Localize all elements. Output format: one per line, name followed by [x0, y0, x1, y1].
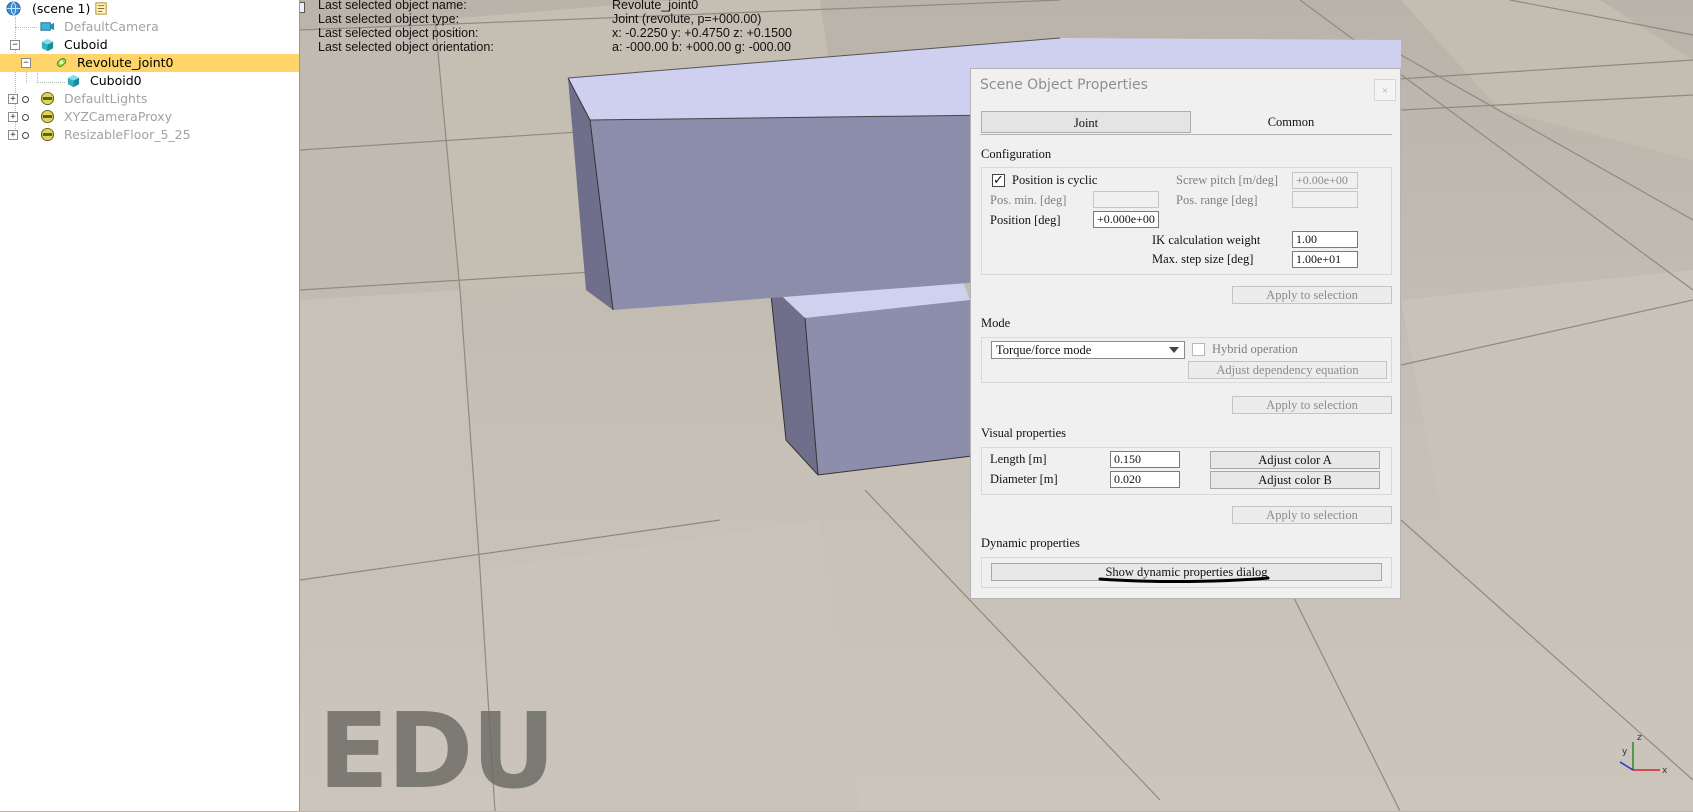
section-visual-title: Visual properties	[981, 426, 1066, 440]
edu-watermark: EDU	[318, 690, 556, 812]
info-orientation-value: a: -000.00 b: +000.00 g: -000.00	[612, 40, 791, 54]
hierarchy-item-cuboid0[interactable]: Cuboid0	[0, 72, 299, 90]
visibility-icon[interactable]	[22, 114, 29, 121]
apply-visual-button[interactable]: Apply to selection	[1232, 506, 1392, 524]
hierarchy-item-scene[interactable]: (scene 1)	[0, 0, 299, 18]
max-step-label: Max. step size [deg]	[1152, 252, 1254, 266]
dialog-title: Scene Object Properties	[980, 77, 1148, 93]
apply-mode-button[interactable]: Apply to selection	[1232, 396, 1392, 414]
svg-text:z: z	[1637, 733, 1642, 743]
length-label: Length [m]	[990, 452, 1047, 466]
pos-range-label: Pos. range [deg]	[1176, 193, 1258, 207]
hierarchy-item-defaultcamera[interactable]: DefaultCamera	[0, 18, 299, 36]
pos-min-label: Pos. min. [deg]	[990, 193, 1067, 207]
info-type-value: Joint (revolute, p=+000.00)	[612, 12, 762, 26]
hierarchy-label: Cuboid	[64, 37, 108, 52]
screw-pitch-label: Screw pitch [m/deg]	[1176, 173, 1279, 187]
mode-select-value: Torque/force mode	[996, 343, 1092, 357]
max-step-field[interactable]: 1.00e+01	[1292, 251, 1358, 268]
svg-text:y: y	[1622, 747, 1628, 757]
dummy-icon	[40, 127, 55, 142]
revolute-joint-icon	[56, 58, 67, 67]
adjust-dependency-button[interactable]: Adjust dependency equation	[1188, 361, 1387, 379]
chevron-down-icon	[1169, 347, 1179, 353]
expand-icon[interactable]: +	[8, 112, 18, 122]
hierarchy-label: DefaultLights	[64, 91, 148, 106]
close-button[interactable]: ×	[1374, 79, 1396, 101]
section-dynamic-title: Dynamic properties	[981, 536, 1080, 550]
hybrid-operation-label: Hybrid operation	[1212, 342, 1298, 356]
visual-group: Length [m] 0.150 Adjust color A Diameter…	[981, 447, 1392, 495]
pos-range-field[interactable]	[1292, 191, 1358, 208]
script-icon[interactable]	[94, 1, 109, 16]
cuboid-icon	[67, 74, 80, 88]
ik-weight-field[interactable]: 1.00	[1292, 231, 1358, 248]
expand-icon[interactable]: +	[8, 94, 18, 104]
hierarchy-item-defaultlights[interactable]: + DefaultLights	[0, 90, 299, 108]
tab-common[interactable]: Common	[1191, 111, 1391, 133]
hierarchy-label: XYZCameraProxy	[64, 109, 173, 124]
position-label: Position [deg]	[990, 213, 1061, 227]
svg-text:x: x	[1662, 766, 1668, 776]
position-field[interactable]: +0.000e+00	[1093, 211, 1159, 228]
collapse-icon[interactable]: −	[21, 58, 31, 68]
expand-icon[interactable]: +	[8, 130, 18, 140]
position-cyclic-checkbox[interactable]: ✓	[992, 174, 1005, 187]
hierarchy-label: (scene 1)	[32, 1, 91, 16]
adjust-color-b-button[interactable]: Adjust color B	[1210, 471, 1380, 489]
hierarchy-item-resizablefloor[interactable]: + ResizableFloor_5_25	[0, 126, 299, 144]
mode-select[interactable]: Torque/force mode	[991, 341, 1185, 359]
diameter-field[interactable]: 0.020	[1110, 471, 1180, 488]
position-cyclic-label: Position is cyclic	[1012, 173, 1098, 187]
floor-tile	[1401, 270, 1693, 560]
hierarchy-label: Cuboid0	[90, 73, 142, 88]
info-name-label: Last selected object name:	[318, 0, 467, 12]
info-name-value: Revolute_joint0	[612, 0, 699, 12]
info-orientation-label: Last selected object orientation:	[318, 40, 494, 54]
scene-hierarchy[interactable]: (scene 1) DefaultCamera − Cuboid − Revol…	[0, 0, 300, 811]
floor-tile	[300, 20, 460, 300]
length-field[interactable]: 0.150	[1110, 451, 1180, 468]
screw-pitch-field[interactable]: +0.00e+00	[1292, 172, 1358, 189]
info-position-value: x: -0.2250 y: +0.4750 z: +0.1500	[612, 26, 792, 40]
visibility-icon[interactable]	[22, 96, 29, 103]
section-mode-title: Mode	[981, 316, 1011, 330]
hierarchy-item-cuboid[interactable]: − Cuboid	[0, 36, 299, 54]
hierarchy-label: DefaultCamera	[64, 19, 159, 34]
mode-group: Torque/force mode Hybrid operation Adjus…	[981, 337, 1392, 383]
tab-divider	[980, 134, 1392, 135]
dummy-icon	[40, 109, 55, 124]
scene-object-properties-dialog[interactable]: Scene Object Properties × Joint Common C…	[970, 68, 1401, 599]
globe-icon	[6, 1, 21, 16]
collapse-icon[interactable]: −	[10, 40, 20, 50]
apply-configuration-button[interactable]: Apply to selection	[1232, 286, 1392, 304]
section-configuration-title: Configuration	[981, 147, 1052, 161]
configuration-group: ✓ Position is cyclic Screw pitch [m/deg]…	[981, 167, 1392, 275]
cuboid-icon	[41, 38, 54, 52]
visibility-icon[interactable]	[22, 132, 29, 139]
ik-weight-label: IK calculation weight	[1152, 233, 1261, 247]
underline-annotation	[1098, 576, 1270, 583]
tab-joint[interactable]: Joint	[981, 111, 1191, 133]
lights-icon	[40, 91, 55, 106]
floor-tile	[300, 290, 480, 590]
hierarchy-item-xyzcameraproxy[interactable]: + XYZCameraProxy	[0, 108, 299, 126]
camera-icon	[40, 22, 55, 31]
hierarchy-item-revolute-joint0[interactable]: − Revolute_joint0	[0, 54, 299, 72]
hybrid-operation-checkbox[interactable]	[1192, 343, 1205, 356]
hierarchy-label: ResizableFloor_5_25	[64, 127, 191, 142]
info-type-label: Last selected object type:	[318, 12, 460, 26]
diameter-label: Diameter [m]	[990, 472, 1058, 486]
info-position-label: Last selected object position:	[318, 26, 479, 40]
adjust-color-a-button[interactable]: Adjust color A	[1210, 451, 1380, 469]
hierarchy-label: Revolute_joint0	[77, 55, 174, 70]
pos-min-field[interactable]	[1093, 191, 1159, 208]
